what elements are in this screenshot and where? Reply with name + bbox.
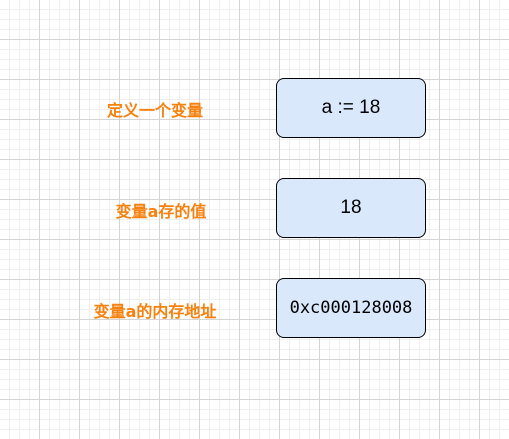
- value-box-stored-value: 18: [276, 178, 426, 238]
- value-box-memory-address: 0xc000128008: [276, 278, 426, 338]
- row-label-declare-variable: 定义一个变量: [106, 101, 203, 120]
- value-text-declaration: a := 18: [321, 97, 381, 118]
- value-box-declaration: a := 18: [276, 78, 426, 138]
- value-text-stored-value: 18: [340, 197, 362, 218]
- row-label-memory-address: 变量a的内存地址: [93, 302, 217, 321]
- row-label-variable-value: 变量a存的值: [115, 202, 207, 221]
- value-text-memory-address: 0xc000128008: [289, 298, 413, 318]
